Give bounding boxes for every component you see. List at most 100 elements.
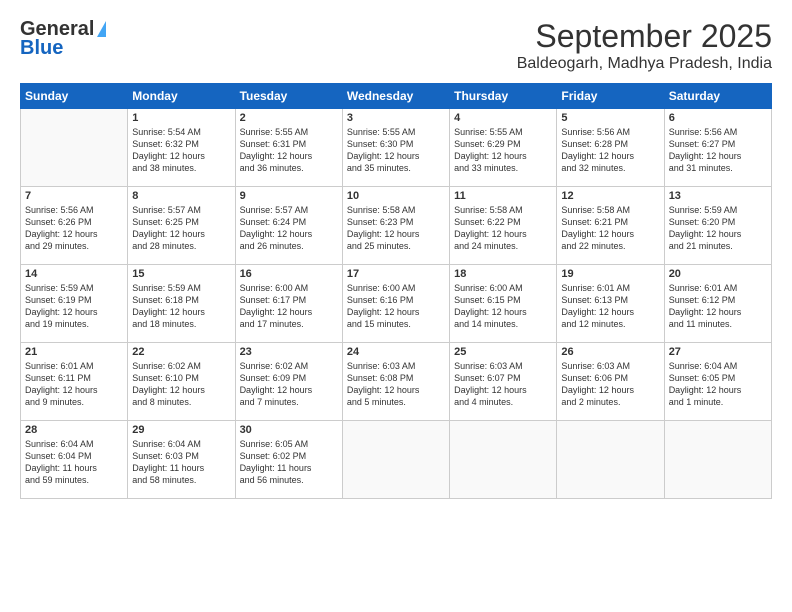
calendar-cell: 11Sunrise: 5:58 AM Sunset: 6:22 PM Dayli…	[450, 187, 557, 265]
day-number: 7	[25, 190, 123, 202]
calendar-cell	[557, 421, 664, 499]
day-number: 23	[240, 346, 338, 358]
logo: General Blue	[20, 18, 106, 60]
calendar-cell: 10 Sunrise: 5:58 AM Sunset: 6:23 PM Dayli…	[342, 187, 449, 265]
calendar-cell: 14 Sunrise: 5:59 AM Sunset: 6:19 PM Dayli…	[21, 265, 128, 343]
calendar-cell: 25Sunrise: 6:03 AM Sunset: 6:07 PM Dayli…	[450, 343, 557, 421]
calendar-cell: 6 Sunrise: 5:56 AM Sunset: 6:27 PM Daylig…	[664, 109, 771, 187]
day-number: 14	[25, 268, 123, 280]
header-row: Sunday Monday Tuesday Wednesday Thursday…	[21, 84, 772, 109]
day-number: 20	[669, 268, 767, 280]
week-row-4: 21 Sunrise: 6:01 AM Sunset: 6:11 PM Dayli…	[21, 343, 772, 421]
day-number: 29	[132, 424, 230, 436]
day-info: Sunrise: 5:57 AM Sunset: 6:24 PM Dayligh…	[240, 204, 338, 253]
day-number: 1	[132, 112, 230, 124]
calendar-cell: 8 Sunrise: 5:57 AM Sunset: 6:25 PM Daylig…	[128, 187, 235, 265]
day-number: 26	[561, 346, 659, 358]
day-info: Sunrise: 5:59 AM Sunset: 6:18 PM Dayligh…	[132, 282, 230, 331]
day-info: Sunrise: 5:56 AM Sunset: 6:27 PM Dayligh…	[669, 126, 767, 175]
day-number: 30	[240, 424, 338, 436]
day-info: Sunrise: 5:58 AM Sunset: 6:23 PM Dayligh…	[347, 204, 445, 253]
col-wednesday: Wednesday	[342, 84, 449, 109]
col-saturday: Saturday	[664, 84, 771, 109]
calendar-cell: 21 Sunrise: 6:01 AM Sunset: 6:11 PM Dayli…	[21, 343, 128, 421]
calendar-cell: 26 Sunrise: 6:03 AM Sunset: 6:06 PM Dayli…	[557, 343, 664, 421]
calendar-table: Sunday Monday Tuesday Wednesday Thursday…	[20, 83, 772, 499]
calendar-cell: 29 Sunrise: 6:04 AM Sunset: 6:03 PM Dayli…	[128, 421, 235, 499]
day-number: 17	[347, 268, 445, 280]
week-row-3: 14 Sunrise: 5:59 AM Sunset: 6:19 PM Dayli…	[21, 265, 772, 343]
day-number: 25	[454, 346, 552, 358]
day-info: Sunrise: 5:59 AM Sunset: 6:20 PM Dayligh…	[669, 204, 767, 253]
calendar-cell: 24 Sunrise: 6:03 AM Sunset: 6:08 PM Dayli…	[342, 343, 449, 421]
day-number: 9	[240, 190, 338, 202]
week-row-1: 1 Sunrise: 5:54 AM Sunset: 6:32 PM Daylig…	[21, 109, 772, 187]
day-number: 8	[132, 190, 230, 202]
day-number: 6	[669, 112, 767, 124]
week-row-2: 7Sunrise: 5:56 AM Sunset: 6:26 PM Daylig…	[21, 187, 772, 265]
day-info: Sunrise: 5:59 AM Sunset: 6:19 PM Dayligh…	[25, 282, 123, 331]
day-info: Sunrise: 5:58 AM Sunset: 6:22 PM Dayligh…	[454, 204, 552, 253]
col-friday: Friday	[557, 84, 664, 109]
day-info: Sunrise: 6:02 AM Sunset: 6:10 PM Dayligh…	[132, 360, 230, 409]
calendar-cell: 3 Sunrise: 5:55 AM Sunset: 6:30 PM Daylig…	[342, 109, 449, 187]
day-number: 21	[25, 346, 123, 358]
header: General Blue September 2025 Baldeogarh, …	[20, 18, 772, 73]
day-number: 15	[132, 268, 230, 280]
calendar-cell: 23 Sunrise: 6:02 AM Sunset: 6:09 PM Dayli…	[235, 343, 342, 421]
day-info: Sunrise: 5:58 AM Sunset: 6:21 PM Dayligh…	[561, 204, 659, 253]
page: General Blue September 2025 Baldeogarh, …	[0, 0, 792, 612]
day-number: 24	[347, 346, 445, 358]
calendar-cell	[342, 421, 449, 499]
calendar-cell: 7Sunrise: 5:56 AM Sunset: 6:26 PM Daylig…	[21, 187, 128, 265]
day-info: Sunrise: 6:05 AM Sunset: 6:02 PM Dayligh…	[240, 438, 338, 487]
day-info: Sunrise: 6:01 AM Sunset: 6:13 PM Dayligh…	[561, 282, 659, 331]
calendar-cell: 19 Sunrise: 6:01 AM Sunset: 6:13 PM Dayli…	[557, 265, 664, 343]
calendar-cell: 18Sunrise: 6:00 AM Sunset: 6:15 PM Dayli…	[450, 265, 557, 343]
day-info: Sunrise: 6:03 AM Sunset: 6:08 PM Dayligh…	[347, 360, 445, 409]
day-info: Sunrise: 6:04 AM Sunset: 6:05 PM Dayligh…	[669, 360, 767, 409]
day-info: Sunrise: 6:04 AM Sunset: 6:04 PM Dayligh…	[25, 438, 123, 487]
day-number: 19	[561, 268, 659, 280]
day-number: 13	[669, 190, 767, 202]
day-info: Sunrise: 6:02 AM Sunset: 6:09 PM Dayligh…	[240, 360, 338, 409]
day-number: 4	[454, 112, 552, 124]
col-thursday: Thursday	[450, 84, 557, 109]
day-info: Sunrise: 5:57 AM Sunset: 6:25 PM Dayligh…	[132, 204, 230, 253]
day-info: Sunrise: 6:03 AM Sunset: 6:06 PM Dayligh…	[561, 360, 659, 409]
calendar-cell: 20Sunrise: 6:01 AM Sunset: 6:12 PM Dayli…	[664, 265, 771, 343]
calendar-cell: 13 Sunrise: 5:59 AM Sunset: 6:20 PM Dayli…	[664, 187, 771, 265]
day-number: 5	[561, 112, 659, 124]
col-monday: Monday	[128, 84, 235, 109]
day-info: Sunrise: 6:00 AM Sunset: 6:17 PM Dayligh…	[240, 282, 338, 331]
calendar-cell: 4 Sunrise: 5:55 AM Sunset: 6:29 PM Daylig…	[450, 109, 557, 187]
day-number: 2	[240, 112, 338, 124]
day-number: 18	[454, 268, 552, 280]
calendar-cell: 30 Sunrise: 6:05 AM Sunset: 6:02 PM Dayli…	[235, 421, 342, 499]
day-number: 3	[347, 112, 445, 124]
day-info: Sunrise: 6:01 AM Sunset: 6:11 PM Dayligh…	[25, 360, 123, 409]
day-info: Sunrise: 5:55 AM Sunset: 6:31 PM Dayligh…	[240, 126, 338, 175]
day-info: Sunrise: 5:54 AM Sunset: 6:32 PM Dayligh…	[132, 126, 230, 175]
day-number: 22	[132, 346, 230, 358]
day-info: Sunrise: 5:55 AM Sunset: 6:29 PM Dayligh…	[454, 126, 552, 175]
calendar-cell: 9 Sunrise: 5:57 AM Sunset: 6:24 PM Daylig…	[235, 187, 342, 265]
month-title: September 2025	[517, 18, 772, 55]
calendar-cell: 28 Sunrise: 6:04 AM Sunset: 6:04 PM Dayli…	[21, 421, 128, 499]
logo-blue: Blue	[20, 37, 63, 60]
calendar-cell	[664, 421, 771, 499]
day-info: Sunrise: 6:00 AM Sunset: 6:16 PM Dayligh…	[347, 282, 445, 331]
day-info: Sunrise: 6:04 AM Sunset: 6:03 PM Dayligh…	[132, 438, 230, 487]
calendar-cell: 15 Sunrise: 5:59 AM Sunset: 6:18 PM Dayli…	[128, 265, 235, 343]
calendar-cell: 5 Sunrise: 5:56 AM Sunset: 6:28 PM Daylig…	[557, 109, 664, 187]
title-block: September 2025 Baldeogarh, Madhya Prades…	[517, 18, 772, 73]
col-sunday: Sunday	[21, 84, 128, 109]
day-info: Sunrise: 5:55 AM Sunset: 6:30 PM Dayligh…	[347, 126, 445, 175]
day-number: 16	[240, 268, 338, 280]
calendar-cell: 2 Sunrise: 5:55 AM Sunset: 6:31 PM Daylig…	[235, 109, 342, 187]
day-info: Sunrise: 5:56 AM Sunset: 6:28 PM Dayligh…	[561, 126, 659, 175]
col-tuesday: Tuesday	[235, 84, 342, 109]
day-number: 12	[561, 190, 659, 202]
day-number: 28	[25, 424, 123, 436]
day-number: 10	[347, 190, 445, 202]
